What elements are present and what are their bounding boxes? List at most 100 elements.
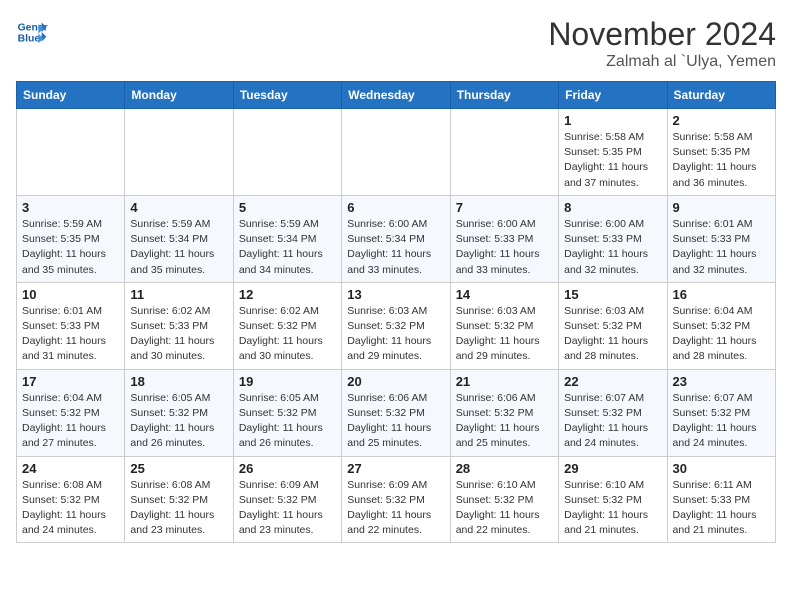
day-detail: Sunrise: 5:59 AM Sunset: 5:35 PM Dayligh… [22, 217, 119, 278]
day-number: 16 [673, 287, 770, 302]
month-title: November 2024 [548, 16, 776, 53]
weekday-header: Wednesday [342, 82, 450, 109]
day-number: 30 [673, 461, 770, 476]
calendar-cell: 16 Sunrise: 6:04 AM Sunset: 5:32 PM Dayli… [667, 282, 775, 369]
calendar-cell: 7Sunrise: 6:00 AM Sunset: 5:33 PM Daylig… [450, 195, 558, 282]
calendar-cell: 26 Sunrise: 6:09 AM Sunset: 5:32 PM Dayli… [233, 456, 341, 543]
location-title: Zalmah al `Ulya, Yemen [548, 53, 776, 71]
day-detail: Sunrise: 5:59 AM Sunset: 5:34 PM Dayligh… [130, 217, 227, 278]
day-number: 12 [239, 287, 336, 302]
day-detail: Sunrise: 6:02 AM Sunset: 5:33 PM Dayligh… [130, 304, 227, 365]
day-number: 21 [456, 374, 553, 389]
calendar-cell: 25 Sunrise: 6:08 AM Sunset: 5:32 PM Dayli… [125, 456, 233, 543]
day-detail: Sunrise: 6:08 AM Sunset: 5:32 PM Dayligh… [130, 478, 227, 539]
calendar-cell: 3 Sunrise: 5:59 AM Sunset: 5:35 PM Daylig… [17, 195, 125, 282]
day-number: 24 [22, 461, 119, 476]
calendar-cell: 23 Sunrise: 6:07 AM Sunset: 5:32 PM Dayli… [667, 369, 775, 456]
calendar-cell: 10 Sunrise: 6:01 AM Sunset: 5:33 PM Dayli… [17, 282, 125, 369]
day-detail: Sunrise: 6:09 AM Sunset: 5:32 PM Dayligh… [239, 478, 336, 539]
calendar-cell: 14 Sunrise: 6:03 AM Sunset: 5:32 PM Dayli… [450, 282, 558, 369]
day-number: 1 [564, 113, 661, 128]
day-number: 4 [130, 200, 227, 215]
day-detail: Sunrise: 6:10 AM Sunset: 5:32 PM Dayligh… [456, 478, 553, 539]
day-detail: Sunrise: 6:07 AM Sunset: 5:32 PM Dayligh… [673, 391, 770, 452]
day-detail: Sunrise: 6:03 AM Sunset: 5:32 PM Dayligh… [456, 304, 553, 365]
day-detail: Sunrise: 6:06 AM Sunset: 5:32 PM Dayligh… [456, 391, 553, 452]
calendar-cell [17, 109, 125, 196]
day-number: 6 [347, 200, 444, 215]
calendar-cell [233, 109, 341, 196]
calendar-cell: 15 Sunrise: 6:03 AM Sunset: 5:32 PM Dayli… [559, 282, 667, 369]
day-detail: Sunrise: 6:07 AM Sunset: 5:32 PM Dayligh… [564, 391, 661, 452]
day-detail: Sunrise: 6:04 AM Sunset: 5:32 PM Dayligh… [22, 391, 119, 452]
calendar-cell [450, 109, 558, 196]
day-detail: Sunrise: 6:05 AM Sunset: 5:32 PM Dayligh… [239, 391, 336, 452]
calendar-cell: 12 Sunrise: 6:02 AM Sunset: 5:32 PM Dayli… [233, 282, 341, 369]
svg-text:Blue: Blue [18, 34, 41, 45]
day-number: 19 [239, 374, 336, 389]
day-detail: Sunrise: 6:10 AM Sunset: 5:32 PM Dayligh… [564, 478, 661, 539]
day-number: 15 [564, 287, 661, 302]
day-detail: Sunrise: 6:11 AM Sunset: 5:33 PM Dayligh… [673, 478, 770, 539]
day-detail: Sunrise: 5:59 AM Sunset: 5:34 PM Dayligh… [239, 217, 336, 278]
day-number: 29 [564, 461, 661, 476]
calendar-table: SundayMondayTuesdayWednesdayThursdayFrid… [16, 81, 776, 543]
calendar-cell: 9 Sunrise: 6:01 AM Sunset: 5:33 PM Daylig… [667, 195, 775, 282]
weekday-header: Saturday [667, 82, 775, 109]
day-detail: Sunrise: 6:05 AM Sunset: 5:32 PM Dayligh… [130, 391, 227, 452]
day-number: 5 [239, 200, 336, 215]
calendar-cell: 27Sunrise: 6:09 AM Sunset: 5:32 PM Dayli… [342, 456, 450, 543]
calendar-cell: 2 Sunrise: 5:58 AM Sunset: 5:35 PM Daylig… [667, 109, 775, 196]
day-number: 13 [347, 287, 444, 302]
calendar-cell: 21 Sunrise: 6:06 AM Sunset: 5:32 PM Dayli… [450, 369, 558, 456]
day-number: 25 [130, 461, 227, 476]
weekday-header: Friday [559, 82, 667, 109]
day-number: 10 [22, 287, 119, 302]
calendar-cell: 22 Sunrise: 6:07 AM Sunset: 5:32 PM Dayli… [559, 369, 667, 456]
day-number: 7 [456, 200, 553, 215]
weekday-header-row: SundayMondayTuesdayWednesdayThursdayFrid… [17, 82, 776, 109]
calendar-week-row: 17Sunrise: 6:04 AM Sunset: 5:32 PM Dayli… [17, 369, 776, 456]
day-detail: Sunrise: 5:58 AM Sunset: 5:35 PM Dayligh… [673, 130, 770, 191]
day-detail: Sunrise: 6:03 AM Sunset: 5:32 PM Dayligh… [564, 304, 661, 365]
day-number: 18 [130, 374, 227, 389]
calendar-cell: 20Sunrise: 6:06 AM Sunset: 5:32 PM Dayli… [342, 369, 450, 456]
day-detail: Sunrise: 6:01 AM Sunset: 5:33 PM Dayligh… [673, 217, 770, 278]
calendar-cell: 11 Sunrise: 6:02 AM Sunset: 5:33 PM Dayli… [125, 282, 233, 369]
calendar-cell: 30 Sunrise: 6:11 AM Sunset: 5:33 PM Dayli… [667, 456, 775, 543]
calendar-cell: 24Sunrise: 6:08 AM Sunset: 5:32 PM Dayli… [17, 456, 125, 543]
calendar-cell: 4 Sunrise: 5:59 AM Sunset: 5:34 PM Daylig… [125, 195, 233, 282]
calendar-cell: 1Sunrise: 5:58 AM Sunset: 5:35 PM Daylig… [559, 109, 667, 196]
weekday-header: Thursday [450, 82, 558, 109]
logo-icon: General Blue [16, 16, 48, 48]
weekday-header: Monday [125, 82, 233, 109]
calendar-cell: 29 Sunrise: 6:10 AM Sunset: 5:32 PM Dayli… [559, 456, 667, 543]
calendar-cell [342, 109, 450, 196]
calendar-cell: 13 Sunrise: 6:03 AM Sunset: 5:32 PM Dayli… [342, 282, 450, 369]
day-number: 27 [347, 461, 444, 476]
calendar-cell: 18 Sunrise: 6:05 AM Sunset: 5:32 PM Dayli… [125, 369, 233, 456]
day-number: 14 [456, 287, 553, 302]
logo: General Blue [16, 16, 48, 48]
page-header: General Blue November 2024 Zalmah al `Ul… [16, 16, 776, 71]
day-detail: Sunrise: 6:01 AM Sunset: 5:33 PM Dayligh… [22, 304, 119, 365]
calendar-cell: 19 Sunrise: 6:05 AM Sunset: 5:32 PM Dayli… [233, 369, 341, 456]
day-number: 3 [22, 200, 119, 215]
calendar-cell [125, 109, 233, 196]
calendar-week-row: 24 Sunrise: 6:08 AM Sunset: 5:32 PM Dayli… [17, 456, 776, 543]
day-detail: Sunrise: 6:00 AM Sunset: 5:34 PM Dayligh… [347, 217, 444, 278]
day-detail: Sunrise: 6:00 AM Sunset: 5:33 PM Dayligh… [564, 217, 661, 278]
day-number: 9 [673, 200, 770, 215]
calendar-week-row: 10 Sunrise: 6:01 AM Sunset: 5:33 PM Dayli… [17, 282, 776, 369]
day-number: 22 [564, 374, 661, 389]
day-detail: Sunrise: 6:04 AM Sunset: 5:32 PM Dayligh… [673, 304, 770, 365]
day-detail: Sunrise: 6:03 AM Sunset: 5:32 PM Dayligh… [347, 304, 444, 365]
day-number: 8 [564, 200, 661, 215]
day-number: 11 [130, 287, 227, 302]
calendar-week-row: 1 Sunrise: 5:58 AM Sunset: 5:35 PM Daylig… [17, 109, 776, 196]
day-number: 23 [673, 374, 770, 389]
day-number: 2 [673, 113, 770, 128]
weekday-header: Sunday [17, 82, 125, 109]
day-number: 26 [239, 461, 336, 476]
day-detail: Sunrise: 6:02 AM Sunset: 5:32 PM Dayligh… [239, 304, 336, 365]
